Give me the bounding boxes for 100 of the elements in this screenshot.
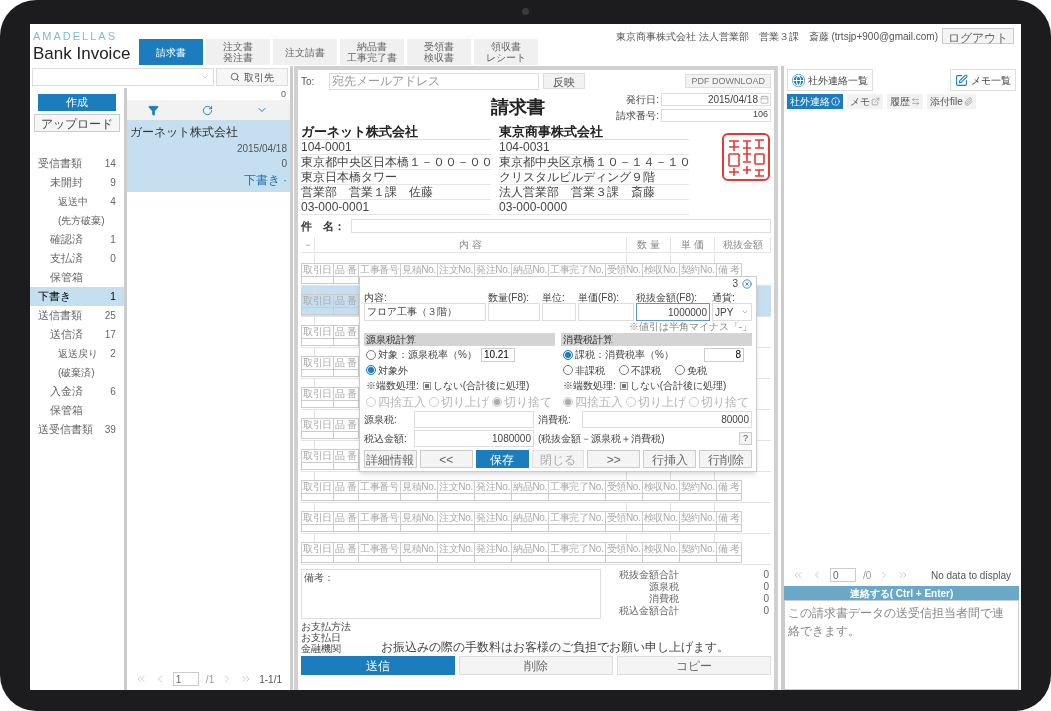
withholding-tax-field[interactable]	[414, 411, 534, 428]
sidebar-item[interactable]: 保管箱	[30, 268, 124, 287]
panel-tab[interactable]: メモ	[847, 94, 883, 109]
sidebar-item[interactable]: 受信書類 14	[30, 154, 124, 173]
radio-button[interactable]	[492, 396, 502, 407]
detail-column-header: 備 考	[716, 543, 741, 556]
radio-button[interactable]	[563, 365, 573, 375]
remarks-field[interactable]: 備考：	[301, 569, 601, 619]
page-field[interactable]: 1	[172, 672, 199, 686]
line-field[interactable]: フロア工事（３階）	[364, 303, 486, 321]
radio-button[interactable]	[619, 365, 629, 375]
radio-button[interactable]	[563, 396, 573, 407]
message-field[interactable]: この請求書データの送受信担当者間で連絡できます。	[784, 600, 1019, 690]
calendar-icon[interactable]	[760, 94, 769, 104]
payment-label: お支払日	[301, 632, 342, 643]
first-page-icon[interactable]	[792, 569, 804, 581]
sidebar-item[interactable]: 返送戻り 2	[30, 344, 124, 363]
sidebar-item[interactable]: 確認済 1	[30, 230, 124, 249]
document-tab[interactable]: 領収書 レシート	[474, 39, 538, 65]
document-tab[interactable]: 注文請書	[273, 39, 337, 65]
sidebar-item[interactable]: 入金済 6	[30, 382, 124, 401]
sidebar-item[interactable]: 保管箱	[30, 401, 124, 420]
sidebar-item[interactable]: 送信済 17	[30, 325, 124, 344]
line-field[interactable]: 1000000	[636, 303, 710, 321]
partner-search-button[interactable]: 取引先	[216, 68, 288, 86]
close-icon[interactable]	[742, 278, 752, 289]
line-field[interactable]	[488, 303, 540, 321]
detail-column-header: 品 番	[334, 512, 358, 525]
radio-button[interactable]	[675, 365, 685, 375]
action-button[interactable]: コピー	[617, 656, 771, 675]
document-tab[interactable]: 請求書	[139, 39, 203, 65]
page-field[interactable]: 0	[830, 568, 856, 582]
invoice-list-item[interactable]: ガーネット株式会社 2015/04/18 0 下書き ·	[126, 120, 290, 192]
line-field[interactable]	[542, 303, 576, 321]
refresh-icon[interactable]	[202, 104, 214, 116]
dialog-button[interactable]: <<	[419, 450, 473, 468]
radio-button[interactable]	[429, 396, 439, 407]
column-header: 内 容	[315, 237, 627, 252]
detail-column-header: 取引日	[302, 264, 334, 277]
apply-button[interactable]: 反映	[543, 73, 585, 89]
rounding-label: ※端数処理:	[366, 379, 419, 393]
pdf-download-button[interactable]: PDF DOWNLOAD	[685, 74, 771, 88]
total-label: 税込金額合計	[618, 605, 679, 617]
sidebar-item[interactable]: (先方破棄)	[30, 211, 124, 230]
dialog-button[interactable]: >>	[587, 450, 641, 468]
dialog-button[interactable]: 行挿入	[643, 450, 697, 468]
dialog-button[interactable]: 行削除	[699, 450, 752, 468]
checkbox-option[interactable]: しない(合計後に処理)	[619, 378, 727, 393]
rate-field[interactable]: 10.21	[480, 347, 515, 362]
action-button[interactable]: 送信	[301, 656, 455, 675]
help-button[interactable]: ?	[739, 432, 752, 445]
dialog-button[interactable]: 保存	[475, 450, 529, 468]
sidebar-item[interactable]: 支払済 0	[30, 249, 124, 268]
subject-field[interactable]	[351, 219, 771, 233]
document-tab[interactable]: 受領書 検収書	[407, 39, 471, 65]
invoice-number-field[interactable]: 106	[661, 108, 771, 122]
radio-button[interactable]	[689, 396, 699, 407]
detail-column-header: 品 番	[334, 419, 358, 432]
currency-select[interactable]: JPY	[712, 303, 752, 321]
sidebar-item[interactable]: (破棄済)	[30, 363, 124, 382]
line-field[interactable]	[578, 303, 634, 321]
issue-date-field[interactable]: 2015/04/18	[661, 92, 771, 106]
total-field[interactable]: 1080000	[414, 430, 534, 447]
panel-tab[interactable]: 添付file	[927, 94, 976, 109]
panel-tab[interactable]: 社外連絡	[787, 94, 843, 109]
detail-column-header: 取引日	[302, 512, 334, 525]
filter-icon[interactable]	[148, 104, 160, 116]
rate-field[interactable]: 8	[704, 347, 744, 362]
logout-button[interactable]: ログアウト	[942, 28, 1014, 44]
detail-column-header: 発注No.	[474, 543, 511, 556]
panel-tab[interactable]: 履歴	[887, 94, 923, 109]
radio-button[interactable]	[626, 396, 636, 407]
contacts-list-button[interactable]: 社外連絡一覧	[787, 69, 873, 91]
sidebar-item[interactable]: 未開封 9	[30, 173, 124, 192]
sidebar-item[interactable]: 下書き 1	[30, 287, 124, 306]
radio-button[interactable]	[366, 365, 376, 375]
document-tab[interactable]: 納品書 工事完了書	[340, 39, 404, 65]
sidebar-item[interactable]: 返送中 4	[30, 192, 124, 211]
detail-column-header: 受領No.	[605, 512, 642, 525]
upload-button[interactable]: アップロード	[33, 114, 120, 132]
create-button[interactable]: 作成	[37, 94, 116, 111]
checkbox-option[interactable]: しない(合計後に処理)	[422, 378, 530, 393]
dialog-button[interactable]: 詳細情報	[364, 450, 417, 468]
action-button[interactable]: 削除	[459, 656, 613, 675]
edit-icon	[871, 97, 880, 106]
document-tab[interactable]: 注文書 発注書	[206, 39, 270, 65]
consumption-tax-field[interactable]: 80000	[582, 411, 752, 428]
memo-list-button[interactable]: メモ一覧	[950, 69, 1016, 91]
sidebar-item[interactable]: 送信書類 25	[30, 306, 124, 325]
radio-label: 課税：消費税率（%）	[575, 348, 674, 362]
recipient-email-field[interactable]: 宛先メールアドレス	[329, 72, 539, 90]
address-line: 東京日本橋タワー	[301, 170, 491, 185]
radio-button[interactable]	[366, 396, 376, 407]
radio-button[interactable]	[563, 349, 573, 360]
partner-select[interactable]	[32, 68, 214, 86]
subject-label: 件 名：	[301, 218, 346, 234]
sidebar-item[interactable]: 送受信書類 39	[30, 420, 124, 439]
radio-button[interactable]	[366, 349, 376, 360]
radio-label: 免税	[687, 363, 707, 378]
field-label: 源泉税:	[364, 413, 398, 427]
